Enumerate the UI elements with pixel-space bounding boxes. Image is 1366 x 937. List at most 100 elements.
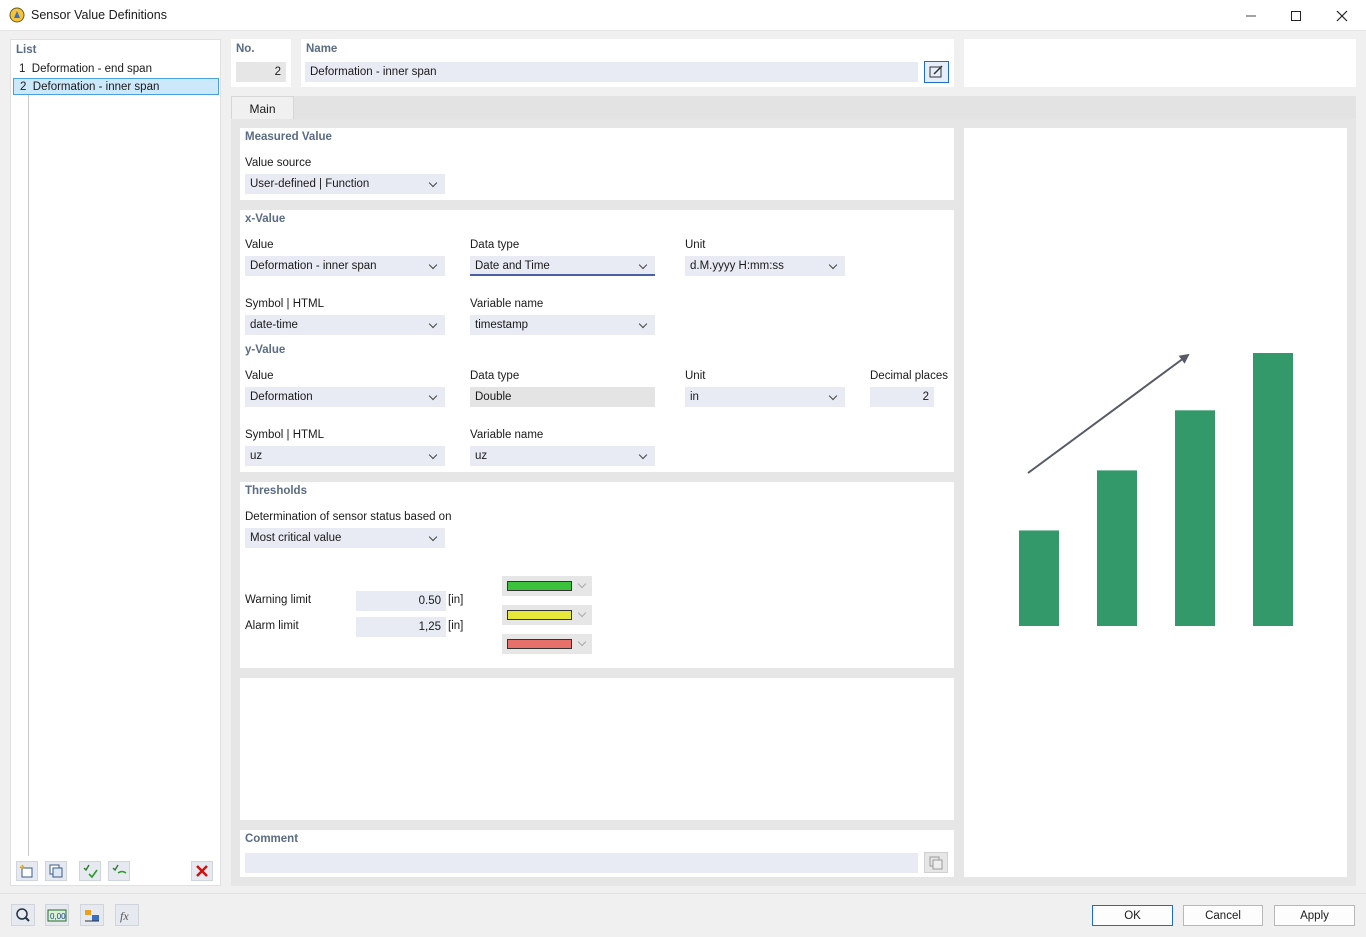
y-unit-label: Unit xyxy=(685,370,706,382)
warning-limit-label: Warning limit xyxy=(245,594,312,606)
chevron-down-icon xyxy=(829,387,839,407)
y-symbol-value: uz xyxy=(250,450,263,462)
alarm-color-select[interactable] xyxy=(502,634,592,654)
y-variable-select[interactable]: uz xyxy=(470,446,655,466)
determination-value: Most critical value xyxy=(250,532,342,544)
y-value-label: Value xyxy=(245,370,274,382)
chevron-down-icon xyxy=(578,579,588,591)
y-symbol-label: Symbol | HTML xyxy=(245,429,325,441)
number-label: No. xyxy=(236,43,255,55)
edit-icon xyxy=(929,65,943,78)
minimize-icon[interactable] xyxy=(1228,0,1274,31)
x-unit-select[interactable]: d.M.yyyy H:mm:ss xyxy=(685,256,845,276)
x-value-select[interactable]: Deformation - inner span xyxy=(245,256,445,276)
tab-main[interactable]: Main xyxy=(231,96,294,120)
determination-select[interactable]: Most critical value xyxy=(245,528,445,548)
x-value-title: x-Value xyxy=(245,213,286,225)
y-unit-value: in xyxy=(690,391,699,403)
tree-line xyxy=(28,86,29,856)
measured-value-title: Measured Value xyxy=(245,131,332,143)
x-data-type-label: Data type xyxy=(470,239,520,251)
help-icon[interactable] xyxy=(11,904,35,926)
y-value-title: y-Value xyxy=(245,344,286,356)
preview-bar xyxy=(1097,470,1137,626)
preview-bar xyxy=(1175,410,1215,626)
comment-input[interactable] xyxy=(245,853,918,873)
y-symbol-select[interactable]: uz xyxy=(245,446,445,466)
close-icon[interactable] xyxy=(1319,0,1365,31)
list-header: List xyxy=(16,44,37,56)
y-variable-label: Variable name xyxy=(470,429,544,441)
y-value-value: Deformation xyxy=(250,391,313,403)
preview-graphic xyxy=(1019,353,1293,626)
y-value-select[interactable]: Deformation xyxy=(245,387,445,407)
measured-value-section: Measured Value Value source User-defined… xyxy=(240,128,954,200)
chevron-down-icon xyxy=(639,315,649,335)
list-item-label: Deformation - end span xyxy=(31,63,152,75)
thresholds-title: Thresholds xyxy=(245,485,307,497)
list-item-number: 1 xyxy=(19,63,26,75)
x-variable-value: timestamp xyxy=(475,319,529,331)
name-panel: Name Deformation - inner span xyxy=(301,39,954,87)
chevron-down-icon xyxy=(429,315,439,335)
alarm-unit: [in] xyxy=(448,620,464,632)
new-item-icon[interactable] xyxy=(16,861,38,881)
alarm-color-swatch xyxy=(507,639,572,649)
determination-label: Determination of sensor status based on xyxy=(245,511,452,523)
x-symbol-value: date-time xyxy=(250,319,298,331)
chevron-down-icon xyxy=(429,446,439,466)
empty-section xyxy=(240,678,954,820)
app-icon xyxy=(9,7,25,23)
copy-comment-button[interactable] xyxy=(924,852,948,873)
value-source-select[interactable]: User-defined | Function xyxy=(245,174,445,194)
alarm-limit-input[interactable]: 1,25 xyxy=(356,617,446,637)
function-icon[interactable]: fx xyxy=(115,904,139,926)
title-bar: Sensor Value Definitions xyxy=(0,0,1366,31)
preview-bar xyxy=(1019,530,1059,626)
y-unit-select[interactable]: in xyxy=(685,387,845,407)
svg-text:0,00: 0,00 xyxy=(50,912,66,921)
warning-color-select[interactable] xyxy=(502,605,592,625)
units-icon[interactable]: 0,00 xyxy=(45,904,69,926)
list-item[interactable]: 1 Deformation - end span xyxy=(13,61,219,78)
xy-value-section: x-Value Value Deformation - inner span D… xyxy=(240,210,954,472)
warning-unit: [in] xyxy=(448,594,464,606)
alarm-limit-label: Alarm limit xyxy=(245,620,299,632)
check-all-icon[interactable] xyxy=(79,861,101,881)
info-panel xyxy=(964,39,1356,87)
chevron-down-icon xyxy=(429,528,439,548)
ok-color-select[interactable] xyxy=(502,576,592,596)
ok-color-swatch xyxy=(507,581,572,591)
chevron-down-icon xyxy=(429,174,439,194)
x-data-type-value: Date and Time xyxy=(475,260,550,272)
decimal-places-label: Decimal places xyxy=(870,370,948,382)
copy-item-icon[interactable] xyxy=(45,861,67,881)
apply-button[interactable]: Apply xyxy=(1274,905,1355,926)
delete-icon[interactable] xyxy=(191,861,213,881)
list-item-selected[interactable]: 2 Deformation - inner span xyxy=(13,78,219,95)
x-value-value: Deformation - inner span xyxy=(250,260,377,272)
decimal-places-input[interactable]: 2 xyxy=(870,387,934,407)
number-field: 2 xyxy=(236,62,286,82)
y-data-type-field: Double xyxy=(470,387,655,407)
display-icon[interactable] xyxy=(80,904,104,926)
x-unit-label: Unit xyxy=(685,239,706,251)
comment-section: Comment xyxy=(240,830,954,877)
value-source-value: User-defined | Function xyxy=(250,178,370,190)
x-variable-select[interactable]: timestamp xyxy=(470,315,655,335)
list-item-label: Deformation - inner span xyxy=(32,81,160,93)
x-value-label: Value xyxy=(245,239,274,251)
warning-limit-input[interactable]: 0.50 xyxy=(356,591,446,611)
y-variable-value: uz xyxy=(475,450,488,462)
name-input[interactable]: Deformation - inner span xyxy=(305,62,918,82)
thresholds-section: Thresholds Determination of sensor statu… xyxy=(240,482,954,668)
edit-name-button[interactable] xyxy=(924,61,949,83)
x-unit-value: d.M.yyyy H:mm:ss xyxy=(690,260,784,272)
uncheck-icon[interactable] xyxy=(108,861,130,881)
x-symbol-select[interactable]: date-time xyxy=(245,315,445,335)
cancel-button[interactable]: Cancel xyxy=(1183,905,1263,926)
x-data-type-select[interactable]: Date and Time xyxy=(470,256,655,276)
y-data-type-label: Data type xyxy=(470,370,520,382)
maximize-icon[interactable] xyxy=(1273,0,1319,31)
ok-button[interactable]: OK xyxy=(1092,905,1173,926)
